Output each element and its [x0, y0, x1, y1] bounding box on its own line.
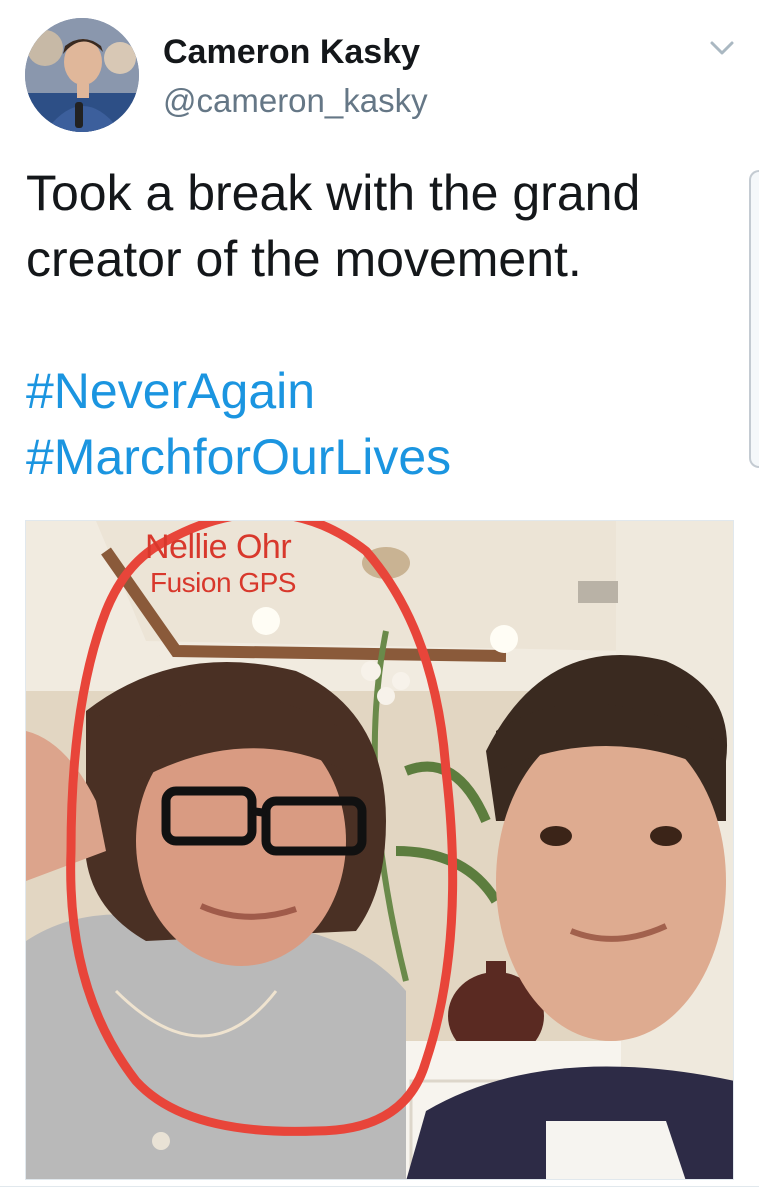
author-display-name[interactable]: Cameron Kasky [163, 33, 420, 72]
author-handle[interactable]: @cameron_kasky [163, 82, 428, 120]
author-avatar[interactable] [25, 18, 139, 132]
tweet-text: Took a break with the grand creator of t… [26, 160, 726, 292]
photo-annotation-name: Nellie Ohr [145, 528, 292, 566]
hashtag-link[interactable]: #NeverAgain [26, 358, 451, 424]
divider [0, 1186, 759, 1187]
hashtag-link[interactable]: #MarchforOurLives [26, 424, 451, 490]
tweet-text-line: creator of the movement. [26, 231, 582, 287]
tweet-text-line: Took a break with the grand [26, 165, 641, 221]
chevron-down-icon[interactable] [702, 30, 742, 66]
tweet-photo[interactable] [25, 520, 734, 1180]
hashtag-list: #NeverAgain #MarchforOurLives [26, 358, 451, 490]
scroll-handle[interactable] [749, 170, 759, 468]
photo-annotation-organization: Fusion GPS [150, 567, 296, 598]
